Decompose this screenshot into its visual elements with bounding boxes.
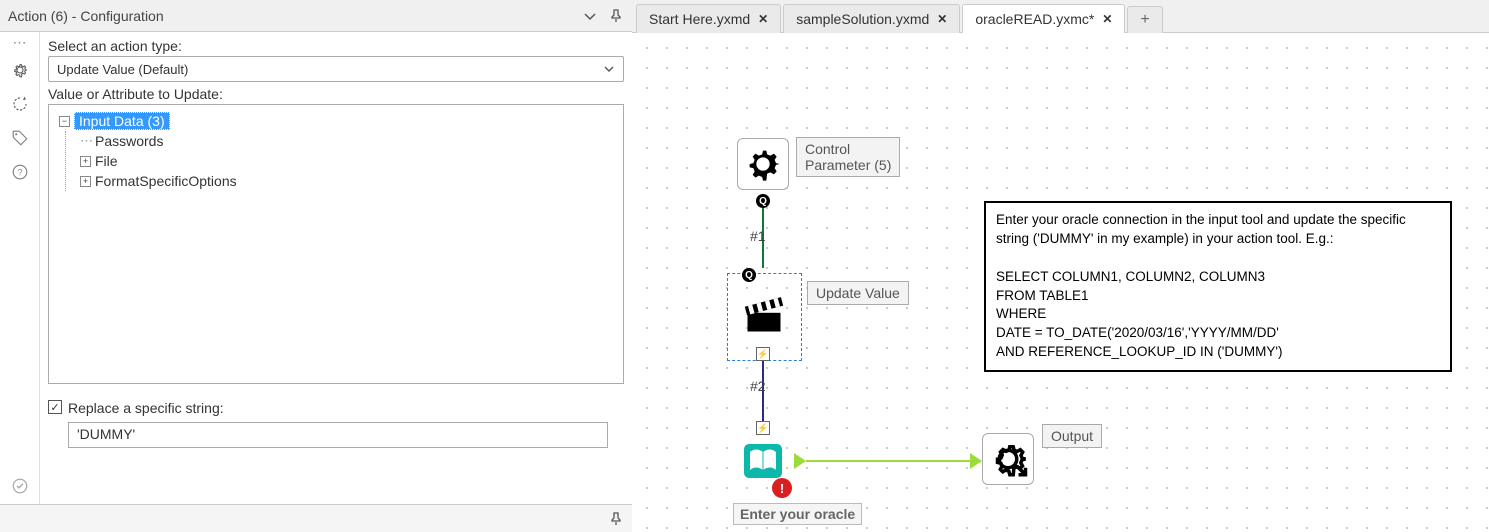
output-label: Output: [1042, 424, 1102, 448]
gear-arrow-icon: [987, 438, 1029, 480]
panel-title: Action (6) - Configuration: [8, 8, 164, 24]
plus-icon: +: [1140, 11, 1149, 29]
side-toolbar: ⋯ ?: [0, 32, 40, 504]
replace-string-value: 'DUMMY': [77, 426, 135, 442]
port-lightning-icon[interactable]: ⚡: [756, 347, 770, 361]
tab-label: Start Here.yxmd: [649, 11, 750, 27]
tab-label: oracleREAD.yxmc*: [975, 11, 1094, 27]
tool-control-parameter[interactable]: [737, 138, 789, 190]
tab-start-here[interactable]: Start Here.yxmd ✕: [636, 4, 781, 33]
panel-header: Action (6) - Configuration: [0, 0, 632, 32]
pin-icon[interactable]: [608, 8, 624, 24]
tag-icon[interactable]: [10, 128, 30, 148]
tree-node-label: FormatSpecificOptions: [95, 173, 237, 189]
leaf-icon: ⋯: [80, 133, 91, 149]
config-panel: Action (6) - Configuration ⋯ ?: [0, 0, 632, 532]
config-form: Select an action type: Update Value (Def…: [40, 32, 632, 504]
connector-3: [806, 460, 971, 462]
tab-label: sampleSolution.yxmd: [796, 11, 929, 27]
tab-sample-solution[interactable]: sampleSolution.yxmd ✕: [783, 4, 960, 33]
action-type-select[interactable]: Update Value (Default): [48, 56, 624, 82]
panel-body: ⋯ ? Select an action type: Update Value …: [0, 32, 632, 504]
panel-header-controls: [582, 8, 624, 24]
connector-2-label: #2: [750, 378, 766, 394]
update-value-label: Update Value: [807, 281, 909, 305]
minus-icon[interactable]: −: [59, 116, 70, 127]
port-lightning-icon[interactable]: ⚡: [756, 421, 770, 435]
tree-node-passwords[interactable]: ⋯ Passwords: [76, 131, 617, 151]
gear-large-icon: [743, 144, 783, 184]
workflow-area: Start Here.yxmd ✕ sampleSolution.yxmd ✕ …: [632, 0, 1489, 532]
replace-label: Replace a specific string:: [68, 400, 224, 416]
help-icon[interactable]: ?: [10, 162, 30, 182]
tree-node-label: File: [95, 153, 118, 169]
workflow-canvas[interactable]: Q Control Parameter (5) #1 Q ⚡ Update Va…: [632, 33, 1489, 532]
tree-root[interactable]: − Input Data (3): [55, 111, 617, 131]
tree-root-label: Input Data (3): [74, 112, 170, 130]
action-type-label: Select an action type:: [48, 38, 624, 54]
port-q-icon[interactable]: Q: [742, 268, 756, 282]
error-badge-icon[interactable]: !: [772, 478, 792, 498]
tree-children: ⋯ Passwords + File + FormatSpecificOptio…: [65, 131, 617, 191]
tree-node-label: Passwords: [95, 133, 163, 149]
tree-node-fso[interactable]: + FormatSpecificOptions: [76, 171, 617, 191]
plus-icon[interactable]: +: [80, 176, 91, 187]
pin-icon[interactable]: [608, 511, 624, 527]
port-q-icon[interactable]: Q: [756, 194, 770, 208]
refresh-icon[interactable]: [10, 94, 30, 114]
action-type-value: Update Value (Default): [57, 62, 188, 77]
svg-text:?: ?: [17, 167, 22, 177]
close-icon[interactable]: ✕: [937, 12, 947, 26]
collapse-icon[interactable]: [582, 8, 598, 24]
tab-oracle-read[interactable]: oracleREAD.yxmc* ✕: [962, 4, 1125, 33]
close-icon[interactable]: ✕: [1102, 12, 1112, 26]
replace-checkbox-row[interactable]: ✓ Replace a specific string:: [48, 398, 624, 416]
tab-add[interactable]: +: [1127, 6, 1162, 33]
attr-label: Value or Attribute to Update:: [48, 86, 624, 102]
checkbox-checked-icon[interactable]: ✓: [48, 400, 62, 414]
attribute-tree[interactable]: − Input Data (3) ⋯ Passwords + File + Fo…: [48, 104, 624, 384]
clapper-icon: [742, 293, 786, 337]
comment-box[interactable]: Enter your oracle connection in the inpu…: [984, 201, 1452, 372]
tool-update-value[interactable]: [738, 289, 790, 341]
close-icon[interactable]: ✕: [758, 12, 768, 26]
plus-icon[interactable]: +: [80, 156, 91, 167]
tree-node-file[interactable]: + File: [76, 151, 617, 171]
connector-1-label: #1: [750, 228, 766, 244]
chevron-down-icon: [603, 63, 615, 75]
tool-macro-output[interactable]: [982, 433, 1034, 485]
input-data-label: Enter your oracle: [733, 503, 862, 525]
control-param-label: Control Parameter (5): [796, 137, 900, 177]
document-tabs: Start Here.yxmd ✕ sampleSolution.yxmd ✕ …: [632, 0, 1489, 33]
drag-handle-icon[interactable]: ⋯: [13, 38, 27, 46]
input-anchor-icon[interactable]: [970, 453, 982, 469]
output-anchor-icon[interactable]: [794, 453, 806, 469]
check-circle-icon[interactable]: [10, 476, 30, 496]
replace-string-input[interactable]: 'DUMMY': [68, 422, 608, 448]
gear-icon[interactable]: [10, 60, 30, 80]
panel-footer: [0, 504, 632, 532]
